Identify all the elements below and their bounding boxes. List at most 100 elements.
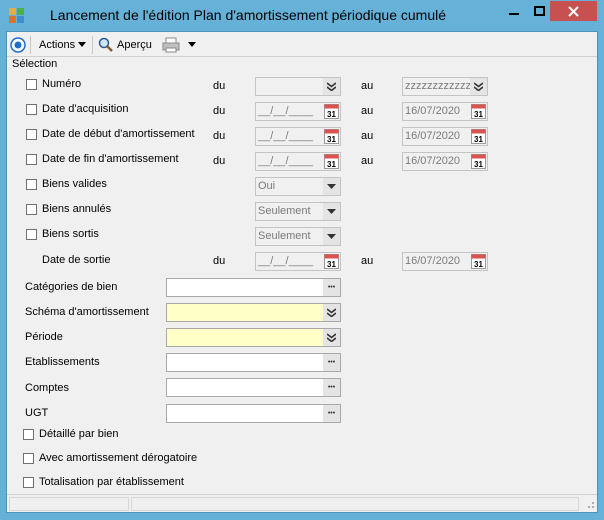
- fin-to-calendar[interactable]: 31: [470, 153, 487, 170]
- acquisition-checkbox[interactable]: [26, 104, 37, 115]
- sortis-dropdown[interactable]: [323, 228, 340, 245]
- du-label: du: [213, 130, 226, 142]
- acquisition-from-field[interactable]: __/__/____ 31: [255, 102, 341, 121]
- print-button[interactable]: [162, 36, 197, 54]
- resize-grip-icon[interactable]: [585, 499, 595, 509]
- schema-dropdown[interactable]: [323, 304, 340, 321]
- preview-button[interactable]: Aperçu: [98, 36, 152, 54]
- fin-checkbox[interactable]: [26, 154, 37, 165]
- categories-field[interactable]: •••: [166, 278, 341, 297]
- double-chevron-down-icon: [327, 82, 336, 91]
- annules-label: Biens annulés: [42, 203, 112, 215]
- comptes-label: Comptes: [25, 382, 70, 394]
- ugt-label: UGT: [25, 407, 49, 419]
- date-sortie-to-value: 16/07/2020: [405, 255, 461, 267]
- debut-from-field[interactable]: __/__/____ 31: [255, 127, 341, 146]
- fin-from-calendar[interactable]: 31: [323, 153, 340, 170]
- periode-dropdown[interactable]: [323, 329, 340, 346]
- date-sortie-to-field[interactable]: 16/07/2020 31: [402, 252, 488, 271]
- etablissements-lookup-button[interactable]: •••: [323, 354, 340, 371]
- window-title: Lancement de l'édition Plan d'amortissem…: [50, 7, 447, 23]
- close-button[interactable]: [550, 1, 597, 21]
- detail-checkbox[interactable]: [23, 429, 34, 440]
- ugt-field[interactable]: •••: [166, 404, 341, 423]
- sortis-select[interactable]: Seulement: [255, 227, 341, 246]
- acquisition-to-calendar[interactable]: 31: [470, 103, 487, 120]
- debut-to-field[interactable]: 16/07/2020 31: [402, 127, 488, 146]
- calendar-icon: 31: [324, 154, 339, 169]
- acquisition-to-value: 16/07/2020: [405, 105, 461, 117]
- acquisition-from-value: __/__/____: [258, 105, 314, 117]
- categories-label: Catégories de bien: [25, 281, 118, 293]
- debut-checkbox[interactable]: [26, 129, 37, 140]
- schema-field[interactable]: [166, 303, 341, 322]
- totalisation-checkbox[interactable]: [23, 477, 34, 488]
- calendar-icon: 31: [324, 254, 339, 269]
- app-icon: [9, 8, 25, 24]
- selection-group-label: Sélection: [12, 58, 58, 70]
- printer-icon: [162, 37, 180, 53]
- debut-from-calendar[interactable]: 31: [323, 128, 340, 145]
- comptes-field[interactable]: •••: [166, 378, 341, 397]
- valides-select[interactable]: Oui: [255, 177, 341, 196]
- sortis-checkbox[interactable]: [26, 229, 37, 240]
- debut-to-value: 16/07/2020: [405, 130, 461, 142]
- acquisition-label: Date d'acquisition: [42, 103, 129, 115]
- etablissements-field[interactable]: •••: [166, 353, 341, 372]
- svg-text:31: 31: [474, 135, 483, 144]
- du-label: du: [213, 105, 226, 117]
- categories-lookup-button[interactable]: •••: [323, 279, 340, 296]
- title-bar[interactable]: Lancement de l'édition Plan d'amortissem…: [0, 0, 604, 31]
- valides-dropdown[interactable]: [323, 178, 340, 195]
- chevron-down-icon: [327, 208, 336, 214]
- du-label: du: [213, 155, 226, 167]
- run-button[interactable]: [10, 36, 26, 54]
- fin-label: Date de fin d'amortissement: [42, 153, 179, 165]
- numero-to-field[interactable]: zzzzzzzzzzzz: [402, 77, 488, 96]
- date-sortie-from-field[interactable]: __/__/____ 31: [255, 252, 341, 271]
- debut-label: Date de début d'amortissement: [42, 128, 195, 140]
- chevron-down-icon: [188, 42, 196, 47]
- ugt-lookup-button[interactable]: •••: [323, 405, 340, 422]
- schema-label: Schéma d'amortissement: [25, 306, 149, 318]
- annules-select[interactable]: Seulement: [255, 202, 341, 221]
- numero-to-dropdown[interactable]: [470, 78, 487, 95]
- svg-text:31: 31: [327, 135, 336, 144]
- toolbar: Actions Aperçu: [7, 32, 597, 57]
- calendar-icon: 31: [471, 154, 486, 169]
- svg-text:31: 31: [474, 160, 483, 169]
- date-sortie-to-calendar[interactable]: 31: [470, 253, 487, 270]
- numero-from-dropdown[interactable]: [323, 78, 340, 95]
- status-cell: [9, 497, 129, 511]
- svg-text:31: 31: [474, 260, 483, 269]
- chevron-down-icon: [327, 183, 336, 189]
- fin-from-field[interactable]: __/__/____ 31: [255, 152, 341, 171]
- comptes-lookup-button[interactable]: •••: [323, 379, 340, 396]
- debut-to-calendar[interactable]: 31: [470, 128, 487, 145]
- actions-menu[interactable]: Actions: [39, 36, 87, 54]
- sortis-value: Seulement: [258, 230, 311, 242]
- periode-field[interactable]: [166, 328, 341, 347]
- numero-to-value: zzzzzzzzzzzz: [405, 80, 471, 92]
- status-bar: [7, 494, 597, 512]
- numero-checkbox[interactable]: [26, 79, 37, 90]
- acquisition-to-field[interactable]: 16/07/2020 31: [402, 102, 488, 121]
- date-sortie-from-value: __/__/____: [258, 255, 314, 267]
- svg-text:31: 31: [327, 110, 336, 119]
- ellipsis-icon: •••: [327, 284, 336, 291]
- annules-dropdown[interactable]: [323, 203, 340, 220]
- valides-checkbox[interactable]: [26, 179, 37, 190]
- numero-from-field[interactable]: [255, 77, 341, 96]
- au-label: au: [361, 155, 374, 167]
- calendar-icon: 31: [324, 129, 339, 144]
- acquisition-from-calendar[interactable]: 31: [323, 103, 340, 120]
- magnifier-icon: [98, 37, 113, 52]
- derogatoire-checkbox[interactable]: [23, 453, 34, 464]
- debut-from-value: __/__/____: [258, 130, 314, 142]
- fin-to-field[interactable]: 16/07/2020 31: [402, 152, 488, 171]
- preview-label: Aperçu: [117, 39, 152, 51]
- annules-checkbox[interactable]: [26, 204, 37, 215]
- numero-label: Numéro: [42, 78, 82, 90]
- chevron-down-icon: [327, 233, 336, 239]
- date-sortie-from-calendar[interactable]: 31: [323, 253, 340, 270]
